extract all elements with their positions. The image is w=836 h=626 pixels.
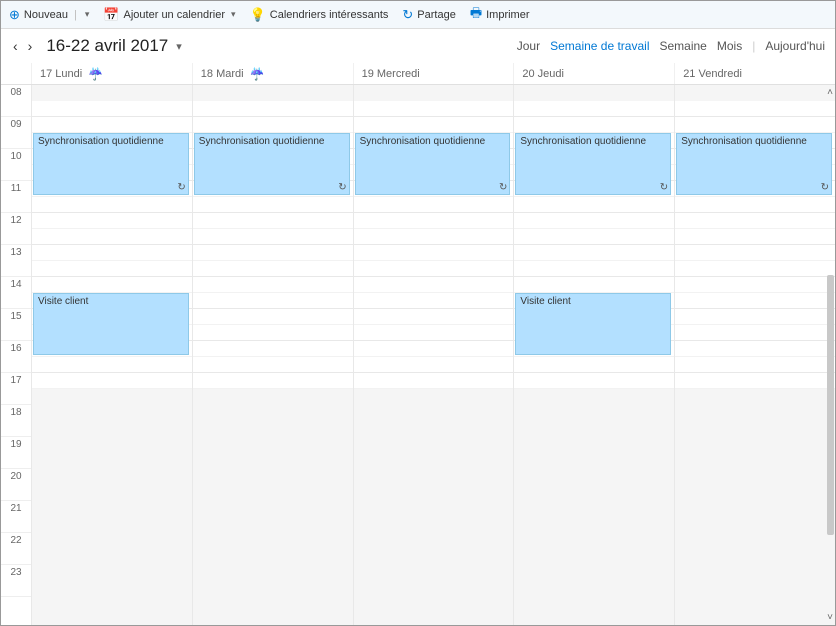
event-sync[interactable]: Synchronisation quotidienne ↻ [355,133,511,195]
interesting-calendars-label: Calendriers intéressants [270,9,389,21]
scroll-down-button[interactable]: ˅ [827,612,833,623]
event-visit[interactable]: Visite client [33,293,189,355]
event-title: Synchronisation quotidienne [38,136,164,147]
hour-label: 19 [1,437,31,469]
day-header-label: 20 Jeudi [522,68,564,80]
hours-column: 08091011121314151617181920212223 [1,85,31,625]
calendar-header: ‹ › 16-22 avril 2017 ▾ Jour Semaine de t… [1,29,835,63]
weather-rain-icon: ☔ [88,67,103,81]
recurring-icon: ↻ [821,182,829,193]
hour-label: 18 [1,405,31,437]
day-header[interactable]: 21 Vendredi [674,63,835,84]
new-button[interactable]: ⊕ Nouveau | ▾ [9,7,89,23]
hour-label: 13 [1,245,31,277]
hour-label: 14 [1,277,31,309]
event-sync[interactable]: Synchronisation quotidienne ↻ [676,133,832,195]
day-header-label: 19 Mercredi [362,68,420,80]
day-header[interactable]: 19 Mercredi [353,63,514,84]
day-header[interactable]: 17 Lundi ☔ [31,63,192,84]
hour-label: 22 [1,533,31,565]
share-label: Partage [417,9,456,21]
prev-week-button[interactable]: ‹ [11,36,20,56]
recurring-icon: ↻ [177,182,185,193]
hour-label: 15 [1,309,31,341]
view-day[interactable]: Jour [517,39,540,53]
event-title: Synchronisation quotidienne [681,136,807,147]
add-calendar-button[interactable]: 📅 Ajouter un calendrier ▾ [103,7,235,23]
hour-label: 16 [1,341,31,373]
event-title: Visite client [520,296,570,307]
day-header-label: 18 Mardi [201,68,244,80]
day-column[interactable]: Synchronisation quotidienne ↻ [353,85,514,625]
day-headers: 17 Lundi ☔ 18 Mardi ☔ 19 Mercredi 20 Jeu… [1,63,835,85]
scroll-up-button[interactable]: ˄ [827,87,833,98]
view-workweek[interactable]: Semaine de travail [550,39,649,53]
print-icon: 🖶 [470,4,482,26]
interesting-calendars-button[interactable]: 💡 Calendriers intéressants [250,7,389,23]
recurring-icon: ↻ [660,182,668,193]
time-gutter-header [1,63,31,84]
today-button[interactable]: Aujourd'hui [765,39,825,53]
chevron-down-icon[interactable]: ▾ [85,9,90,20]
event-title: Synchronisation quotidienne [199,136,325,147]
event-visit[interactable]: Visite client [515,293,671,355]
toolbar: ⊕ Nouveau | ▾ 📅 Ajouter un calendrier ▾ … [1,1,835,29]
recurring-icon: ↻ [338,182,346,193]
day-column[interactable]: Synchronisation quotidienne ↻ Visite clien… [513,85,674,625]
chevron-down-icon[interactable]: ▾ [231,9,236,20]
hour-label: 21 [1,501,31,533]
scrollbar-thumb[interactable] [827,275,834,535]
day-header-label: 17 Lundi [40,68,82,80]
hour-label: 09 [1,117,31,149]
separator: | [752,39,755,53]
day-column[interactable]: Synchronisation quotidienne ↻ Visite clien… [31,85,192,625]
next-week-button[interactable]: › [26,36,35,56]
weather-rain-icon: ☔ [250,67,265,81]
share-icon: ↻ [402,7,413,23]
day-header[interactable]: 20 Jeudi [513,63,674,84]
day-column[interactable]: Synchronisation quotidienne ↻ [674,85,835,625]
chevron-down-icon[interactable]: ▾ [176,40,182,53]
lightbulb-icon: 💡 [250,7,266,23]
date-range[interactable]: 16-22 avril 2017 [46,36,168,56]
hour-label: 20 [1,469,31,501]
hour-label: 08 [1,85,31,117]
new-button-label: Nouveau [24,9,68,21]
day-header[interactable]: 18 Mardi ☔ [192,63,353,84]
event-sync[interactable]: Synchronisation quotidienne ↻ [515,133,671,195]
print-label: Imprimer [486,9,529,21]
hour-label: 23 [1,565,31,597]
hour-label: 10 [1,149,31,181]
view-week[interactable]: Semaine [659,39,706,53]
day-header-label: 21 Vendredi [683,68,742,80]
hour-label: 11 [1,181,31,213]
plus-circle-icon: ⊕ [9,7,20,23]
event-sync[interactable]: Synchronisation quotidienne ↻ [194,133,350,195]
hour-label: 12 [1,213,31,245]
event-title: Synchronisation quotidienne [520,136,646,147]
separator: | [74,9,77,21]
calendar-grid: 08091011121314151617181920212223 Synchro… [1,85,835,625]
date-navigation: ‹ › 16-22 avril 2017 ▾ [11,36,182,56]
print-button[interactable]: 🖶 Imprimer [470,4,530,26]
event-title: Synchronisation quotidienne [360,136,486,147]
calendar-add-icon: 📅 [103,7,119,23]
view-month[interactable]: Mois [717,39,742,53]
view-switcher: Jour Semaine de travail Semaine Mois | A… [517,39,825,53]
hour-label: 17 [1,373,31,405]
share-button[interactable]: ↻ Partage [402,7,455,23]
day-column[interactable]: Synchronisation quotidienne ↻ [192,85,353,625]
recurring-icon: ↻ [499,182,507,193]
event-title: Visite client [38,296,88,307]
add-calendar-label: Ajouter un calendrier [124,9,226,21]
event-sync[interactable]: Synchronisation quotidienne ↻ [33,133,189,195]
